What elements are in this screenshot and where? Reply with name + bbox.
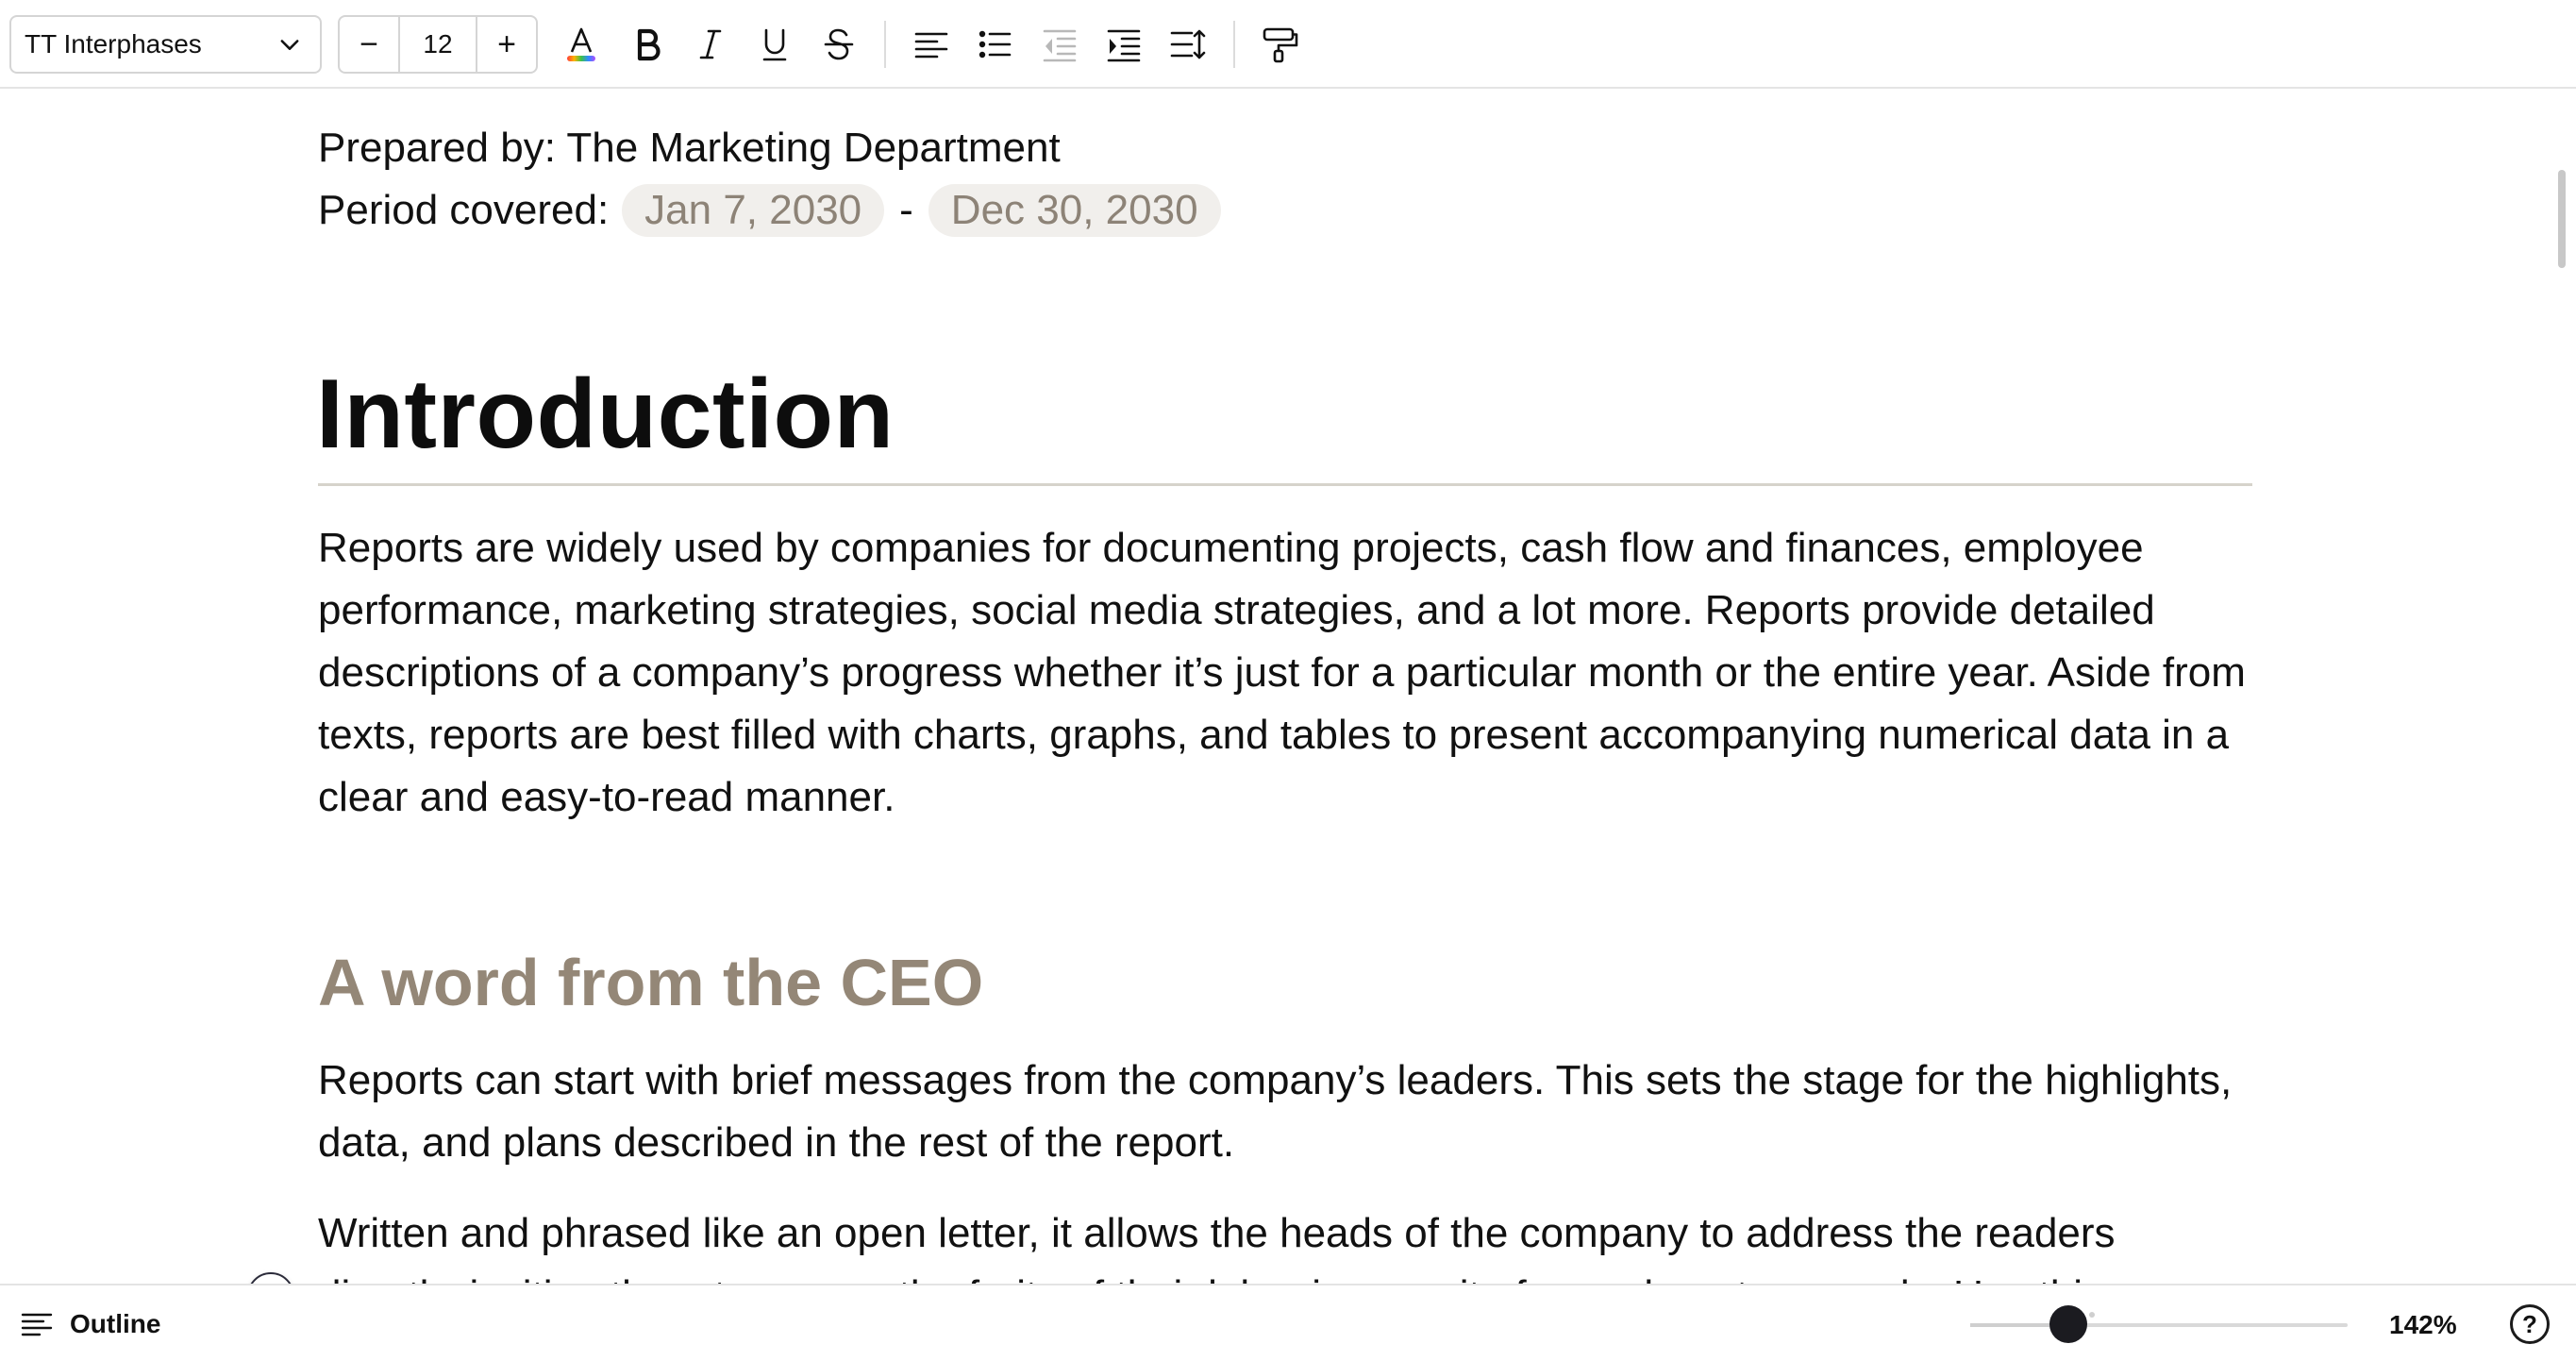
italic-button[interactable] — [683, 17, 738, 72]
introduction-heading[interactable]: Introduction — [316, 353, 895, 476]
bottom-status-bar: Outline 142% ? — [0, 1284, 2576, 1361]
font-size-stepper: − 12 + — [338, 15, 538, 74]
vertical-scrollbar[interactable] — [2558, 170, 2566, 268]
strikethrough-button[interactable] — [811, 17, 866, 72]
format-painter-button[interactable] — [1252, 17, 1307, 72]
add-block-button[interactable] — [247, 1272, 294, 1284]
zoom-slider-handle[interactable] — [2049, 1305, 2087, 1343]
outline-icon — [21, 1313, 53, 1336]
document-canvas[interactable]: Prepared by: The Marketing Department Pe… — [0, 91, 2548, 1284]
outline-label: Outline — [70, 1309, 161, 1338]
bold-button[interactable] — [620, 17, 675, 72]
bullet-list-icon — [979, 30, 1012, 59]
bold-icon — [637, 28, 661, 61]
outline-button[interactable]: Outline — [19, 1302, 160, 1346]
toolbar-divider — [1233, 21, 1235, 68]
text-color-icon — [567, 27, 595, 61]
prepared-by-line[interactable]: Prepared by: The Marketing Department — [318, 117, 2252, 179]
chevron-down-icon — [280, 40, 299, 50]
formatting-toolbar: TT Interphases − 12 + — [0, 0, 2576, 89]
ceo-paragraph-2[interactable]: Written and phrased like an open letter,… — [318, 1202, 2252, 1284]
start-date-chip[interactable]: Jan 7, 2030 — [622, 184, 885, 237]
format-painter-icon — [1263, 27, 1298, 63]
zoom-level[interactable]: 142% — [2389, 1304, 2457, 1346]
align-left-icon — [914, 32, 948, 59]
decrease-font-size-button[interactable]: − — [340, 17, 398, 72]
outdent-icon — [1043, 29, 1077, 62]
introduction-paragraph[interactable]: Reports are widely used by companies for… — [318, 517, 2252, 829]
end-date-chip[interactable]: Dec 30, 2030 — [928, 184, 1221, 237]
strikethrough-icon — [824, 28, 854, 60]
zoom-slider[interactable] — [1970, 1305, 2348, 1343]
font-size-value[interactable]: 12 — [398, 17, 477, 72]
increase-font-size-button[interactable]: + — [477, 17, 536, 72]
indent-icon — [1107, 29, 1141, 62]
outdent-button[interactable] — [1032, 17, 1087, 72]
toolbar-divider — [884, 21, 886, 68]
bullet-list-button[interactable] — [967, 17, 1022, 72]
heading-divider — [318, 483, 2252, 486]
underline-button[interactable] — [747, 17, 802, 72]
indent-button[interactable] — [1096, 17, 1151, 72]
period-dash: - — [899, 187, 913, 233]
line-spacing-button[interactable] — [1161, 17, 1215, 72]
help-button[interactable]: ? — [2510, 1304, 2550, 1344]
text-color-button[interactable] — [554, 17, 609, 72]
zoom-default-tick — [2089, 1312, 2095, 1318]
ceo-paragraph-1[interactable]: Reports can start with brief messages fr… — [318, 1050, 2252, 1174]
font-family-value: TT Interphases — [25, 29, 202, 59]
underline-icon — [762, 28, 787, 61]
align-left-button[interactable] — [904, 17, 959, 72]
line-spacing-icon — [1170, 29, 1206, 59]
font-family-dropdown[interactable]: TT Interphases — [9, 15, 322, 74]
period-covered-line: Period covered: Jan 7, 2030 - Dec 30, 20… — [318, 179, 2252, 242]
ceo-heading[interactable]: A word from the CEO — [318, 940, 983, 1025]
period-label: Period covered: — [318, 187, 610, 233]
italic-icon — [699, 29, 722, 59]
